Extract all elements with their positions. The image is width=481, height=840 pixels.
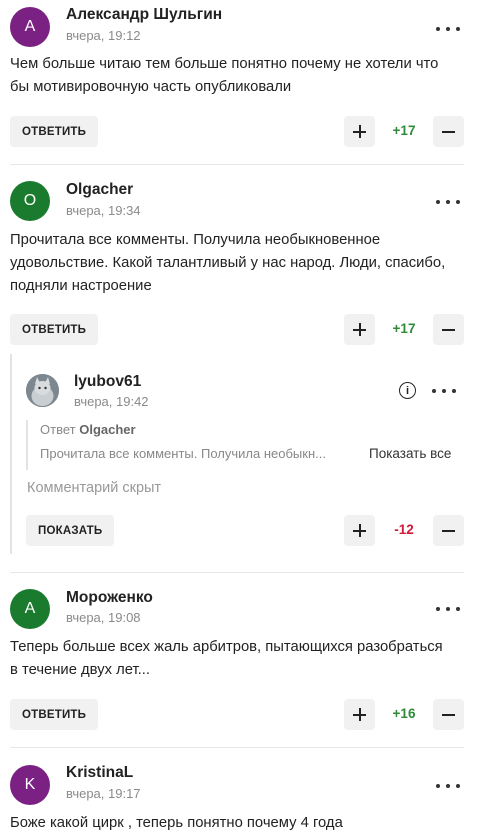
more-options-icon[interactable]: [436, 192, 460, 212]
reply-button[interactable]: ОТВЕТИТЬ: [10, 699, 99, 730]
info-icon[interactable]: i: [399, 382, 416, 399]
comment-text-line: подняли настроение: [10, 278, 152, 294]
more-options-icon[interactable]: [436, 599, 460, 619]
upvote-button[interactable]: [344, 515, 375, 546]
reply-button[interactable]: ОТВЕТИТЬ: [10, 314, 99, 345]
comment-text-line: Чем больше читаю тем больше понятно поче…: [10, 56, 439, 72]
more-options-icon[interactable]: [436, 776, 460, 796]
downvote-button[interactable]: [433, 116, 464, 147]
avatar[interactable]: А: [10, 589, 50, 629]
avatar-letter: А: [24, 18, 36, 35]
divider: [10, 164, 464, 165]
divider: [10, 747, 464, 748]
hidden-comment-notice: Комментарий скрыт: [27, 480, 162, 496]
avatar[interactable]: [26, 374, 59, 407]
cat-avatar-image: [26, 374, 59, 407]
avatar-letter: O: [23, 192, 37, 209]
quote-text: Прочитала все комменты. Получила необыкн…: [40, 446, 326, 461]
downvote-button[interactable]: [433, 699, 464, 730]
quote-header: Ответ Olgacher: [40, 422, 136, 437]
vote-score: +17: [392, 123, 416, 138]
divider: [10, 572, 464, 573]
avatar-letter: А: [24, 600, 36, 617]
upvote-button[interactable]: [344, 699, 375, 730]
comment-author[interactable]: Olgacher: [66, 181, 133, 199]
comment-text-line: Боже какой цирк , теперь понятно почему …: [10, 815, 343, 831]
avatar-letter: K: [24, 776, 36, 793]
upvote-button[interactable]: [344, 116, 375, 147]
avatar[interactable]: А: [10, 7, 50, 47]
show-button[interactable]: ПОКАЗАТЬ: [26, 515, 115, 546]
downvote-button[interactable]: [433, 515, 464, 546]
comment-text: Боже какой цирк , теперь понятно почему …: [10, 812, 460, 835]
comment-text: Прочитала все комменты. Получила необыкн…: [10, 229, 460, 298]
comment-time: вчера, 19:17: [66, 786, 141, 801]
downvote-button[interactable]: [433, 314, 464, 345]
more-options-icon[interactable]: [432, 381, 456, 401]
comment-author[interactable]: Александр Шульгин: [66, 6, 222, 24]
comment-time: вчера, 19:08: [66, 610, 141, 625]
comment-author[interactable]: KristinaL: [66, 764, 133, 782]
comment-author[interactable]: Мороженко: [66, 589, 153, 607]
comment-time: вчера, 19:34: [66, 203, 141, 218]
more-options-icon[interactable]: [436, 19, 460, 39]
comment-time: вчера, 19:12: [66, 28, 141, 43]
comment-author[interactable]: lyubov61: [74, 373, 141, 391]
comment-text-line: Теперь больше всех жаль арбитров, пытающ…: [10, 639, 443, 655]
comment-time: вчера, 19:42: [74, 394, 149, 409]
show-all-link[interactable]: Показать все: [369, 446, 451, 461]
vote-score: -12: [394, 522, 414, 537]
avatar[interactable]: O: [10, 181, 50, 221]
upvote-button[interactable]: [344, 314, 375, 345]
comment-text: Теперь больше всех жаль арбитров, пытающ…: [10, 636, 460, 682]
comment-text-line: Прочитала все комменты. Получила необыкн…: [10, 232, 381, 248]
vote-score: +16: [392, 706, 416, 721]
avatar[interactable]: K: [10, 765, 50, 805]
quote-prefix: Ответ: [40, 422, 76, 437]
quote-author[interactable]: Olgacher: [79, 422, 135, 437]
comment-text-line: бы мотивировочную часть опубликовали: [10, 79, 292, 95]
comment-text: Чем больше читаю тем больше понятно поче…: [10, 53, 460, 99]
comment-text-line: удовольствие. Какой талантливый у нас на…: [10, 255, 446, 271]
reply-button[interactable]: ОТВЕТИТЬ: [10, 116, 99, 147]
comment-text-line: в течение двух лет...: [10, 662, 150, 678]
vote-score: +17: [392, 321, 416, 336]
